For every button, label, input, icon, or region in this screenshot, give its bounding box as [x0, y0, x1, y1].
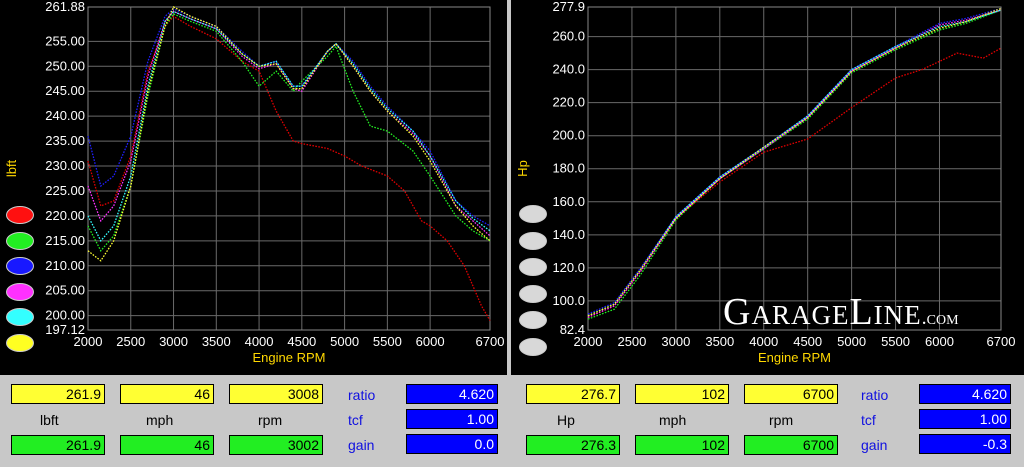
y-tick-label: 255.00	[45, 33, 85, 48]
ratio-value[interactable]: 4.620	[919, 384, 1011, 404]
tcf-value[interactable]: 1.00	[406, 409, 498, 429]
tcf-label: tcf	[348, 412, 363, 428]
y-tick-label: 220.00	[45, 208, 85, 223]
y-axis-title: Hp	[515, 160, 530, 177]
horsepower-readout: 276.7 102 6700 Hp mph rpm 276.3 102 6700…	[511, 378, 1024, 467]
gain-value[interactable]: 0.0	[406, 434, 498, 454]
legend-swatch-6[interactable]	[519, 337, 547, 356]
rpm-bottom-value: 6700	[744, 435, 838, 455]
legend-swatch-5[interactable]	[6, 308, 34, 326]
x-tick-label: 6000	[416, 334, 445, 349]
legend-swatch-2[interactable]	[6, 231, 34, 250]
y-axis-title: lbft	[4, 159, 19, 177]
y-tick-label: 210.00	[45, 258, 85, 273]
rpm-top-value: 6700	[744, 384, 838, 404]
y-tick-label: 225.00	[45, 183, 85, 198]
x-tick-label: 3000	[661, 334, 690, 349]
x-tick-label: 2500	[116, 334, 145, 349]
y-tick-label: 235.00	[45, 133, 85, 148]
y-tick-label: 200.0	[552, 128, 585, 143]
gain-value[interactable]: -0.3	[919, 434, 1011, 454]
tcf-value[interactable]: 1.00	[919, 409, 1011, 429]
x-tick-label: 6000	[925, 334, 954, 349]
y-tick-label: 140.0	[552, 227, 585, 242]
legend-swatch-3[interactable]	[6, 257, 34, 275]
x-tick-label: 4000	[245, 334, 274, 349]
hp-unit-label: Hp	[557, 412, 575, 428]
x-tick-label: 4500	[793, 334, 822, 349]
legend-swatch-1[interactable]	[6, 206, 34, 224]
x-tick-label: 5000	[330, 334, 359, 349]
mph-top-value: 46	[120, 384, 214, 404]
rpm-unit-label: rpm	[258, 412, 283, 428]
legend-swatch-1[interactable]	[519, 205, 547, 223]
y-tick-label: 260.0	[552, 29, 585, 44]
torque-chart-panel: 261.88 255.00 250.00 245.00 240.00 235.00 230.…	[0, 0, 507, 375]
x-axis-title: Engine RPM	[758, 350, 831, 365]
x-tick-label: 4500	[287, 334, 316, 349]
hp-top-value: 276.7	[526, 384, 620, 404]
brand-suffix: .com	[921, 307, 959, 329]
y-tick-label: 250.00	[45, 58, 85, 73]
mph-top-value: 102	[635, 384, 729, 404]
torque-chart: 261.88 255.00 250.00 245.00 240.00 235.00 230.…	[4, 0, 505, 365]
x-tick-label: 5500	[881, 334, 910, 349]
x-tick-label: 2500	[617, 334, 646, 349]
x-tick-label: 5500	[373, 334, 402, 349]
mph-unit-label: mph	[659, 412, 687, 428]
torque-top-value: 261.9	[11, 384, 105, 404]
brand-logo: GarageLine.com	[723, 290, 959, 334]
y-tick-label: 180.0	[552, 161, 585, 176]
x-tick-label: 3500	[705, 334, 734, 349]
legend-swatch-5[interactable]	[519, 311, 547, 329]
ratio-value[interactable]: 4.620	[406, 384, 498, 404]
gain-label: gain	[861, 437, 888, 453]
y-tick-label: 205.00	[45, 283, 85, 298]
rpm-bottom-value: 3002	[229, 435, 323, 455]
gain-label: gain	[348, 437, 375, 453]
y-tick-label: 240.0	[552, 62, 585, 77]
ratio-label: ratio	[861, 387, 889, 403]
y-tick-label: 277.9	[552, 0, 585, 14]
y-tick-label: 245.00	[45, 83, 85, 98]
x-tick-label: 5000	[837, 334, 866, 349]
y-tick-label: 160.0	[552, 194, 585, 209]
legend-swatch-6[interactable]	[6, 333, 34, 352]
x-tick-label: 3000	[159, 334, 188, 349]
y-tick-label: 261.88	[45, 0, 85, 14]
y-tick-label: 215.00	[45, 233, 85, 248]
y-tick-label: 220.0	[552, 95, 585, 110]
torque-unit-label: lbft	[40, 412, 59, 428]
rpm-unit-label: rpm	[769, 412, 794, 428]
brand-name: GarageLine	[723, 291, 922, 333]
legend-swatch-2[interactable]	[519, 231, 547, 250]
x-tick-label: 2000	[574, 334, 603, 349]
x-axis-title: Engine RPM	[253, 350, 326, 365]
legend-swatch-4[interactable]	[519, 284, 547, 303]
horsepower-chart-panel: 277.9 260.0 240.0 220.0 200.0 180.0 160.0 140.0…	[511, 0, 1024, 375]
legend-swatch-4[interactable]	[6, 282, 34, 301]
hp-bottom-value: 276.3	[526, 435, 620, 455]
rpm-top-value: 3008	[229, 384, 323, 404]
y-tick-label: 120.0	[552, 260, 585, 275]
x-tick-label: 3500	[202, 334, 231, 349]
x-tick-label: 4000	[749, 334, 778, 349]
tcf-label: tcf	[861, 412, 876, 428]
y-tick-label: 230.00	[45, 158, 85, 173]
x-tick-label: 6700	[987, 334, 1016, 349]
y-tick-label: 200.00	[45, 308, 85, 323]
torque-readout: 261.9 46 3008 lbft mph rpm 261.9 46 3002…	[0, 378, 507, 467]
ratio-label: ratio	[348, 387, 376, 403]
x-tick-label: 6700	[476, 334, 505, 349]
mph-bottom-value: 102	[635, 435, 729, 455]
y-tick-label: 100.0	[552, 293, 585, 308]
y-tick-label: 240.00	[45, 108, 85, 123]
x-tick-label: 2000	[74, 334, 103, 349]
mph-unit-label: mph	[146, 412, 174, 428]
torque-bottom-value: 261.9	[11, 435, 105, 455]
legend-swatch-3[interactable]	[519, 258, 547, 276]
mph-bottom-value: 46	[120, 435, 214, 455]
